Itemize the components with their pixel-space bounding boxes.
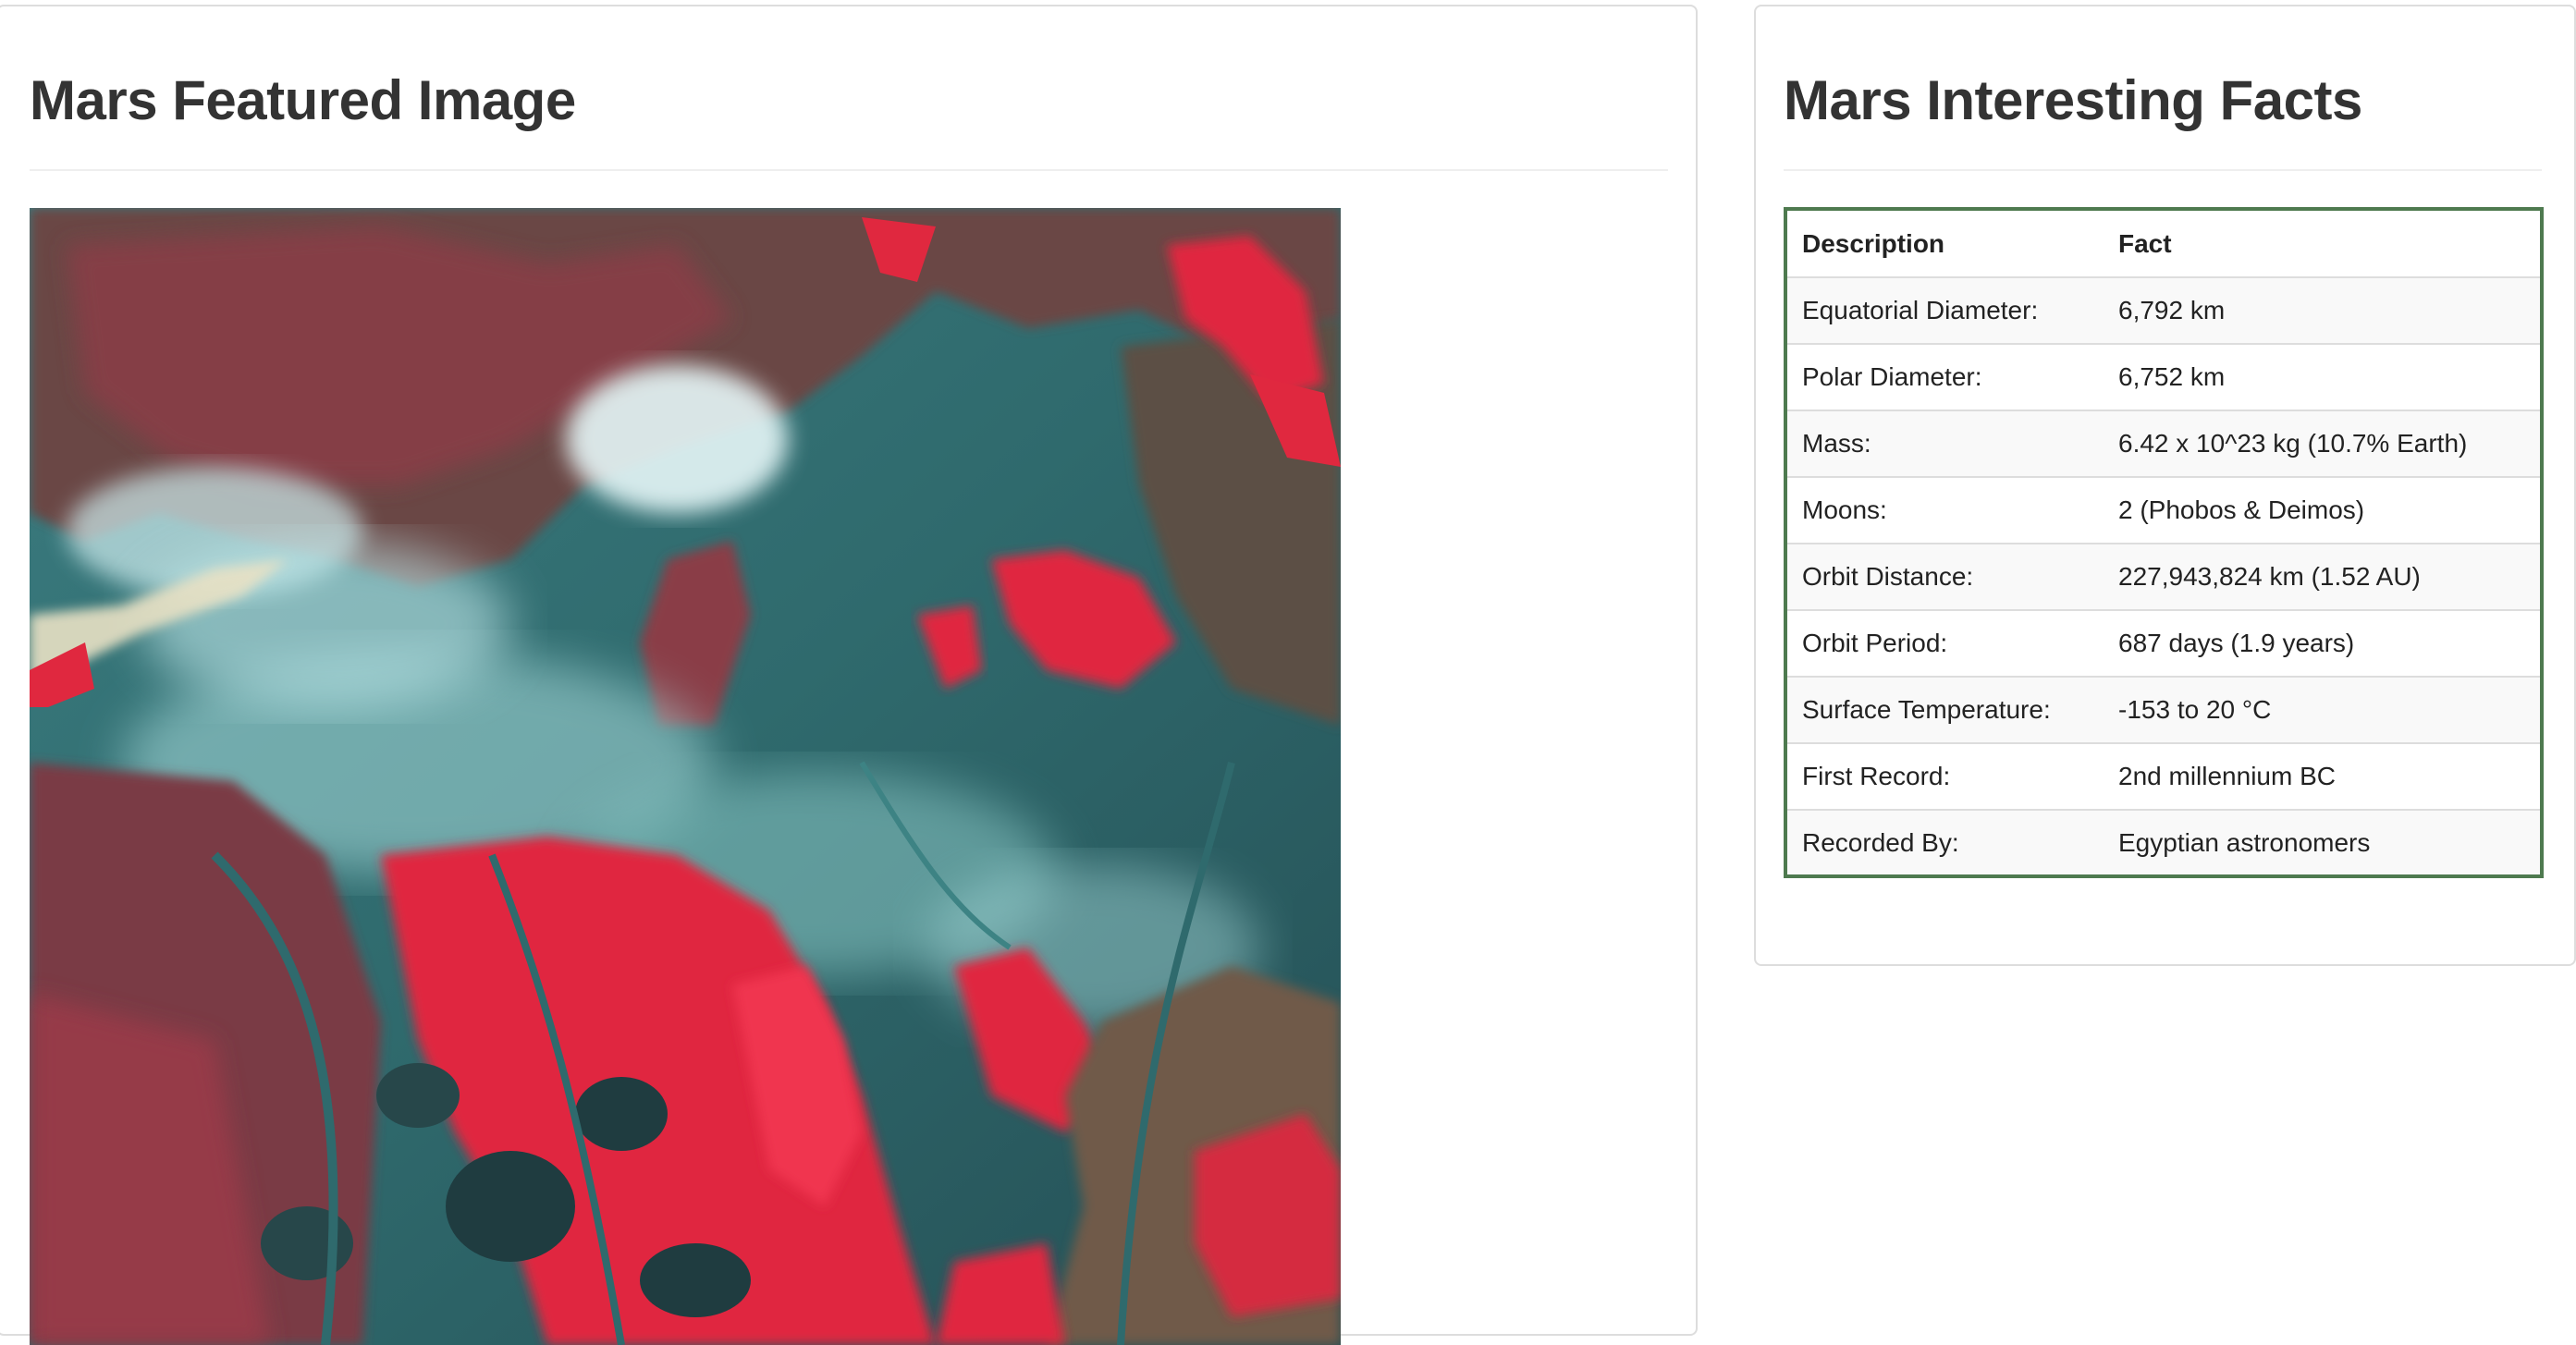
- row-fact: 6.42 x 10^23 kg (10.7% Earth): [2104, 410, 2542, 477]
- table-row: Equatorial Diameter: 6,792 km: [1785, 276, 2542, 344]
- row-description: Recorded By:: [1785, 809, 2104, 876]
- row-description: Mass:: [1785, 410, 2104, 477]
- row-description: Equatorial Diameter:: [1785, 276, 2104, 344]
- table-header-row: Description Fact: [1785, 208, 2542, 278]
- table-row: Surface Temperature: -153 to 20 °C: [1785, 676, 2542, 743]
- table-row: Moons: 2 (Phobos & Deimos): [1785, 476, 2542, 544]
- title-divider: [30, 169, 1668, 171]
- featured-image-artwork: [30, 208, 1341, 1345]
- featured-image[interactable]: [30, 208, 1341, 1345]
- row-description: Surface Temperature:: [1785, 676, 2104, 743]
- table-row: First Record: 2nd millennium BC: [1785, 742, 2542, 810]
- row-fact: Egyptian astronomers: [2104, 809, 2542, 876]
- table-row: Polar Diameter: 6,752 km: [1785, 343, 2542, 410]
- row-description: Orbit Period:: [1785, 609, 2104, 677]
- title-divider: [1784, 169, 2542, 171]
- facts-table: Description Fact Equatorial Diameter: 6,…: [1784, 207, 2544, 878]
- row-description: Polar Diameter:: [1785, 343, 2104, 410]
- row-description: First Record:: [1785, 742, 2104, 810]
- table-row: Orbit Distance: 227,943,824 km (1.52 AU): [1785, 543, 2542, 610]
- row-description: Orbit Distance:: [1785, 543, 2104, 610]
- row-fact: 687 days (1.9 years): [2104, 609, 2542, 677]
- row-fact: 6,792 km: [2104, 276, 2542, 344]
- row-description: Moons:: [1785, 476, 2104, 544]
- featured-image-panel: Mars Featured Image: [0, 5, 1698, 1345]
- table-row: Recorded By: Egyptian astronomers: [1785, 809, 2542, 876]
- facts-panel: Mars Interesting Facts Description Fact …: [1754, 5, 2576, 966]
- row-fact: 227,943,824 km (1.52 AU): [2104, 543, 2542, 610]
- table-row: Mass: 6.42 x 10^23 kg (10.7% Earth): [1785, 410, 2542, 477]
- row-fact: -153 to 20 °C: [2104, 676, 2542, 743]
- row-fact: 2nd millennium BC: [2104, 742, 2542, 810]
- facts-title: Mars Interesting Facts: [1784, 69, 2362, 131]
- table-row: Orbit Period: 687 days (1.9 years): [1785, 609, 2542, 677]
- column-header-fact: Fact: [2104, 208, 2542, 278]
- column-header-description: Description: [1785, 208, 2104, 278]
- row-fact: 2 (Phobos & Deimos): [2104, 476, 2542, 544]
- row-fact: 6,752 km: [2104, 343, 2542, 410]
- featured-image-title: Mars Featured Image: [30, 69, 576, 131]
